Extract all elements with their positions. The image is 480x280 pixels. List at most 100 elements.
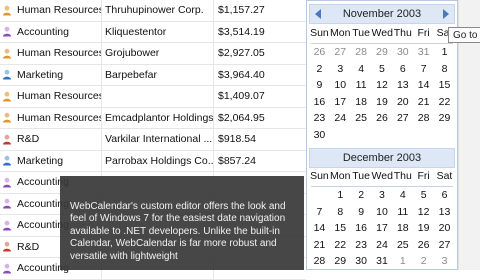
day-cell[interactable]: 22 (330, 237, 351, 254)
table-row[interactable]: Human Resources Emcadplantor Holdings $2,0… (0, 107, 306, 129)
day-cell[interactable]: 31 (372, 253, 393, 270)
row-icon-cell (0, 194, 14, 215)
day-cell[interactable]: 10 (372, 204, 393, 221)
day-cell[interactable]: 21 (413, 94, 434, 111)
day-cell[interactable]: 26 (309, 44, 330, 61)
day-cell[interactable]: 7 (413, 61, 434, 78)
table-row[interactable]: Marketing Parrobax Holdings Co.... $857.24 (0, 150, 306, 172)
day-cell[interactable]: 13 (392, 77, 413, 94)
day-cell[interactable]: 9 (309, 77, 330, 94)
table-row[interactable]: Marketing Barpebefar $3,964.40 (0, 64, 306, 86)
day-cell[interactable]: 16 (309, 94, 330, 111)
day-cell[interactable]: 5 (372, 61, 393, 78)
previous-month-icon[interactable] (315, 9, 321, 19)
day-cell[interactable]: 10 (330, 77, 351, 94)
day-cell[interactable]: 8 (330, 204, 351, 221)
table-row[interactable]: Accounting Kliquestentor $3,514.19 (0, 21, 306, 43)
day-cell[interactable]: 7 (309, 204, 330, 221)
person-blue-icon (3, 70, 11, 80)
day-cell[interactable]: 8 (434, 61, 455, 78)
caption-text: WebCalendar's custom editor offers the l… (70, 201, 286, 262)
person-blue-icon (3, 156, 11, 166)
department-cell: Human Resources (14, 107, 102, 128)
day-cell[interactable]: 16 (351, 220, 372, 237)
day-cell[interactable]: 4 (392, 187, 413, 204)
day-cell[interactable]: 15 (330, 220, 351, 237)
day-cell[interactable]: 27 (392, 110, 413, 127)
day-cell[interactable]: 25 (392, 237, 413, 254)
day-cell[interactable]: 30 (392, 44, 413, 61)
row-icon-cell (0, 22, 14, 43)
day-cell[interactable]: 15 (434, 77, 455, 94)
day-cell[interactable]: 6 (392, 61, 413, 78)
weekday-label: Fri (417, 170, 430, 182)
day-cell[interactable]: 18 (392, 220, 413, 237)
day-cell[interactable]: 25 (351, 110, 372, 127)
day-cell[interactable]: 27 (434, 237, 455, 254)
day-cell[interactable]: 20 (392, 94, 413, 111)
day-cell[interactable]: 30 (309, 127, 330, 144)
day-cell[interactable]: 19 (413, 220, 434, 237)
day-cell[interactable]: 18 (351, 94, 372, 111)
row-icon-cell (0, 65, 14, 86)
company-cell: Barpebefar (102, 64, 214, 85)
day-cell[interactable]: 4 (351, 61, 372, 78)
day-cell[interactable]: 20 (434, 220, 455, 237)
day-cell[interactable]: 12 (413, 204, 434, 221)
day-cell[interactable]: 17 (330, 94, 351, 111)
day-cell[interactable]: 28 (413, 110, 434, 127)
day-cell[interactable]: 2 (413, 253, 434, 270)
day-cell[interactable]: 23 (351, 237, 372, 254)
day-cell[interactable]: 26 (372, 110, 393, 127)
day-cell[interactable]: 11 (392, 204, 413, 221)
day-cell[interactable]: 24 (330, 110, 351, 127)
weekday-label: Wed (371, 170, 393, 182)
day-cell[interactable]: 3 (372, 187, 393, 204)
day-cell[interactable]: 5 (413, 187, 434, 204)
day-cell[interactable]: 22 (434, 94, 455, 111)
day-cell[interactable]: 19 (372, 94, 393, 111)
day-cell[interactable]: 1 (330, 187, 351, 204)
department-cell: R&D (14, 129, 102, 150)
day-cell[interactable]: 31 (413, 44, 434, 61)
day-cell[interactable]: 29 (330, 253, 351, 270)
day-cell[interactable]: 17 (372, 220, 393, 237)
row-icon-cell (0, 172, 14, 193)
next-month-icon[interactable] (443, 9, 449, 19)
day-cell[interactable]: 14 (413, 77, 434, 94)
day-cell[interactable]: 13 (434, 204, 455, 221)
day-cell[interactable]: 2 (351, 187, 372, 204)
weekday-label: Fri (417, 27, 430, 39)
day-cell[interactable]: 6 (434, 187, 455, 204)
table-row[interactable]: Human Resources $1,409.07 (0, 86, 306, 108)
day-cell[interactable]: 23 (309, 110, 330, 127)
day-cell[interactable]: 29 (434, 110, 455, 127)
day-cell[interactable]: 30 (351, 253, 372, 270)
weekday-header-row: Sun Mon Tue Wed Thu Fri Sat (309, 170, 455, 186)
department-cell: Human Resources (14, 43, 102, 64)
table-row[interactable]: Human Resources Grojubower $2,927.05 (0, 43, 306, 65)
day-cell[interactable]: 1 (434, 44, 455, 61)
company-cell: Emcadplantor Holdings (102, 107, 214, 128)
day-cell[interactable]: 27 (330, 44, 351, 61)
company-cell: Parrobax Holdings Co.... (102, 150, 214, 171)
day-cell[interactable]: 24 (372, 237, 393, 254)
day-cell[interactable]: 28 (309, 253, 330, 270)
day-cell[interactable]: 9 (351, 204, 372, 221)
day-cell[interactable]: 3 (330, 61, 351, 78)
day-cell[interactable]: 3 (434, 253, 455, 270)
person-group-icon (3, 220, 11, 231)
day-cell[interactable]: 29 (372, 44, 393, 61)
day-cell[interactable]: 11 (351, 77, 372, 94)
day-cell[interactable]: 14 (309, 220, 330, 237)
day-cell[interactable]: 2 (309, 61, 330, 78)
day-cell[interactable]: 12 (372, 77, 393, 94)
day-cell[interactable]: 21 (309, 237, 330, 254)
day-cell[interactable]: 26 (413, 237, 434, 254)
company-cell: Varkilar International ... (102, 129, 214, 150)
month-title: November 2003 (342, 8, 422, 20)
day-cell[interactable]: 1 (392, 253, 413, 270)
table-row[interactable]: Human Resources Thruhupinower Corp. $1,157… (0, 0, 306, 22)
day-cell[interactable]: 28 (351, 44, 372, 61)
table-row[interactable]: R&D Varkilar International ... $918.54 (0, 129, 306, 151)
